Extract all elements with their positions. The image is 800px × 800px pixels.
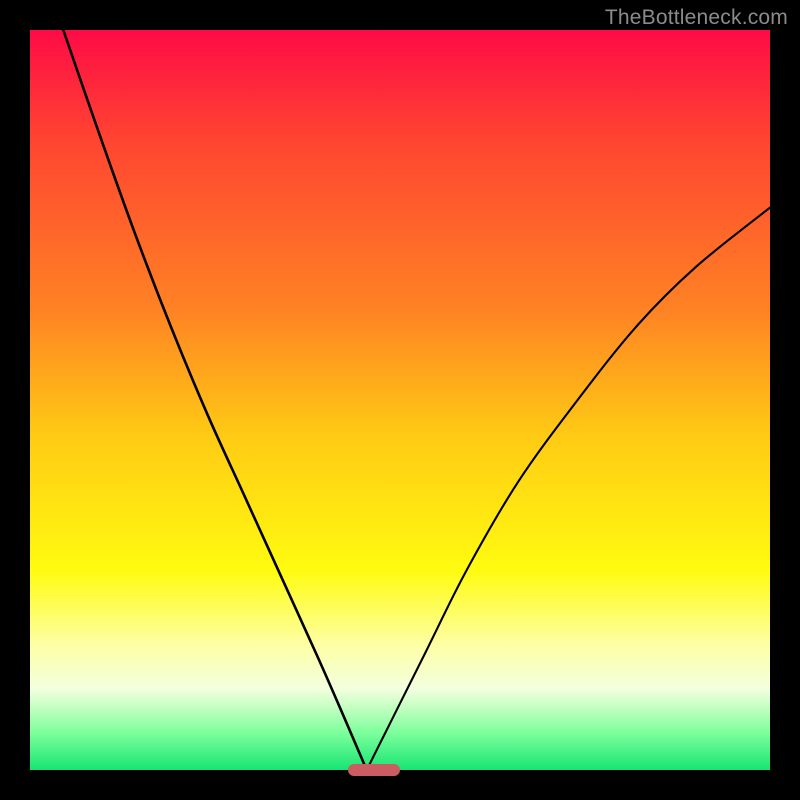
bottleneck-curve <box>30 30 770 770</box>
chart-frame: TheBottleneck.com <box>0 0 800 800</box>
watermark-text: TheBottleneck.com <box>605 6 788 30</box>
plot-area <box>30 30 770 770</box>
left-branch <box>63 30 366 770</box>
minimum-marker <box>348 764 400 776</box>
right-branch <box>367 208 770 770</box>
